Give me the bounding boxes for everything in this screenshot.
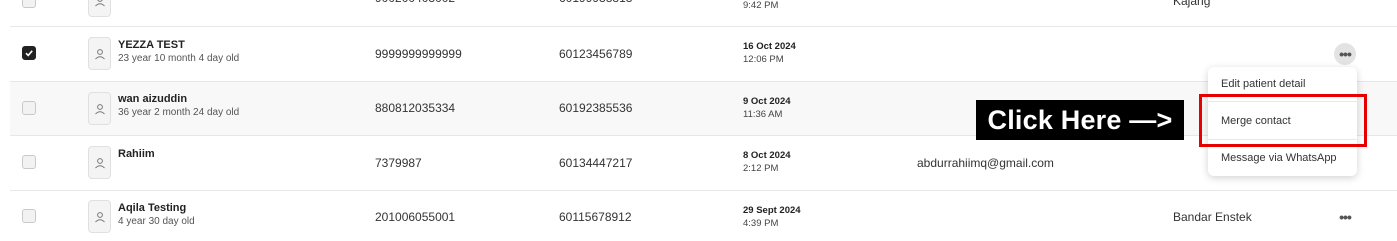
id-number: 880812035334 (375, 101, 456, 115)
phone-number: 60134447217 (559, 156, 633, 170)
highlight-box (1199, 94, 1367, 147)
more-horizontal-icon: ••• (1339, 0, 1352, 4)
check-icon (25, 50, 33, 57)
row-checkbox[interactable] (22, 0, 36, 8)
user-icon (95, 158, 105, 169)
patient-age: 23 year 10 month 4 day old (118, 53, 240, 64)
patient-name[interactable]: Rahiim (118, 148, 155, 160)
user-icon (95, 104, 105, 115)
patient-name[interactable]: wan aizuddin (118, 93, 187, 105)
table-row[interactable]: wan aizuddin 36 year 2 month 24 day old … (10, 82, 1397, 136)
id-number: 900200403002 (375, 0, 455, 5)
last-visit-time: 9:42 PM (743, 0, 779, 11)
id-number: 7379987 (375, 156, 422, 170)
last-visit-date: 29 Sept 2024 (743, 205, 801, 216)
id-number: 9999999999999 (375, 47, 462, 61)
more-horizontal-icon: ••• (1339, 46, 1352, 62)
phone-number: 60115678912 (559, 210, 632, 224)
avatar (88, 92, 111, 125)
user-icon (95, 212, 105, 223)
table-row[interactable]: 900200403002 60199938813 9:42 PM Kajang … (10, 0, 1397, 27)
row-checkbox[interactable] (22, 46, 36, 60)
phone-number: 60199938813 (559, 0, 632, 5)
avatar (88, 146, 111, 179)
table-row[interactable]: YEZZA TEST 23 year 10 month 4 day old 99… (10, 27, 1397, 82)
id-number: 201006055001 (375, 210, 456, 224)
last-visit-date: 8 Oct 2024 (743, 150, 791, 161)
more-actions-button[interactable]: ••• (1334, 43, 1356, 65)
patient-name[interactable]: YEZZA TEST (118, 39, 185, 51)
row-checkbox[interactable] (22, 101, 36, 115)
patient-age: 36 year 2 month 24 day old (118, 107, 240, 118)
last-visit-time: 12:06 PM (743, 54, 784, 65)
last-visit-time: 11:36 AM (743, 109, 783, 120)
patient-name[interactable]: Aqila Testing (118, 202, 186, 214)
more-actions-button[interactable]: ••• (1334, 206, 1356, 228)
last-visit-time: 4:39 PM (743, 218, 779, 229)
user-icon (95, 0, 105, 7)
last-visit-date: 16 Oct 2024 (743, 41, 796, 52)
phone-number: 60192385536 (559, 101, 633, 115)
last-visit-time: 2:12 PM (743, 163, 779, 174)
avatar (88, 37, 111, 70)
click-here-callout: Click Here —> (976, 100, 1184, 140)
avatar (88, 0, 111, 17)
last-visit-date: 9 Oct 2024 (743, 96, 791, 107)
location: Bandar Enstek (1173, 210, 1252, 224)
location: Kajang (1173, 0, 1211, 8)
email: abdurrahiimq@gmail.com (917, 156, 1054, 170)
menu-item-edit-patient-detail[interactable]: Edit patient detail (1221, 78, 1305, 90)
menu-item-message-via-whatsapp[interactable]: Message via WhatsApp (1221, 152, 1337, 164)
row-checkbox[interactable] (22, 155, 36, 169)
avatar (88, 200, 111, 233)
table-row[interactable]: Aqila Testing 4 year 30 day old 20100605… (10, 191, 1397, 241)
patient-age: 4 year 30 day old (118, 216, 195, 227)
more-actions-button[interactable]: ••• (1334, 0, 1356, 8)
row-checkbox[interactable] (22, 209, 36, 223)
table-row[interactable]: Rahiim 7379987 60134447217 8 Oct 2024 2:… (10, 136, 1397, 191)
user-icon (95, 49, 105, 60)
more-horizontal-icon: ••• (1339, 209, 1352, 225)
phone-number: 60123456789 (559, 47, 633, 61)
